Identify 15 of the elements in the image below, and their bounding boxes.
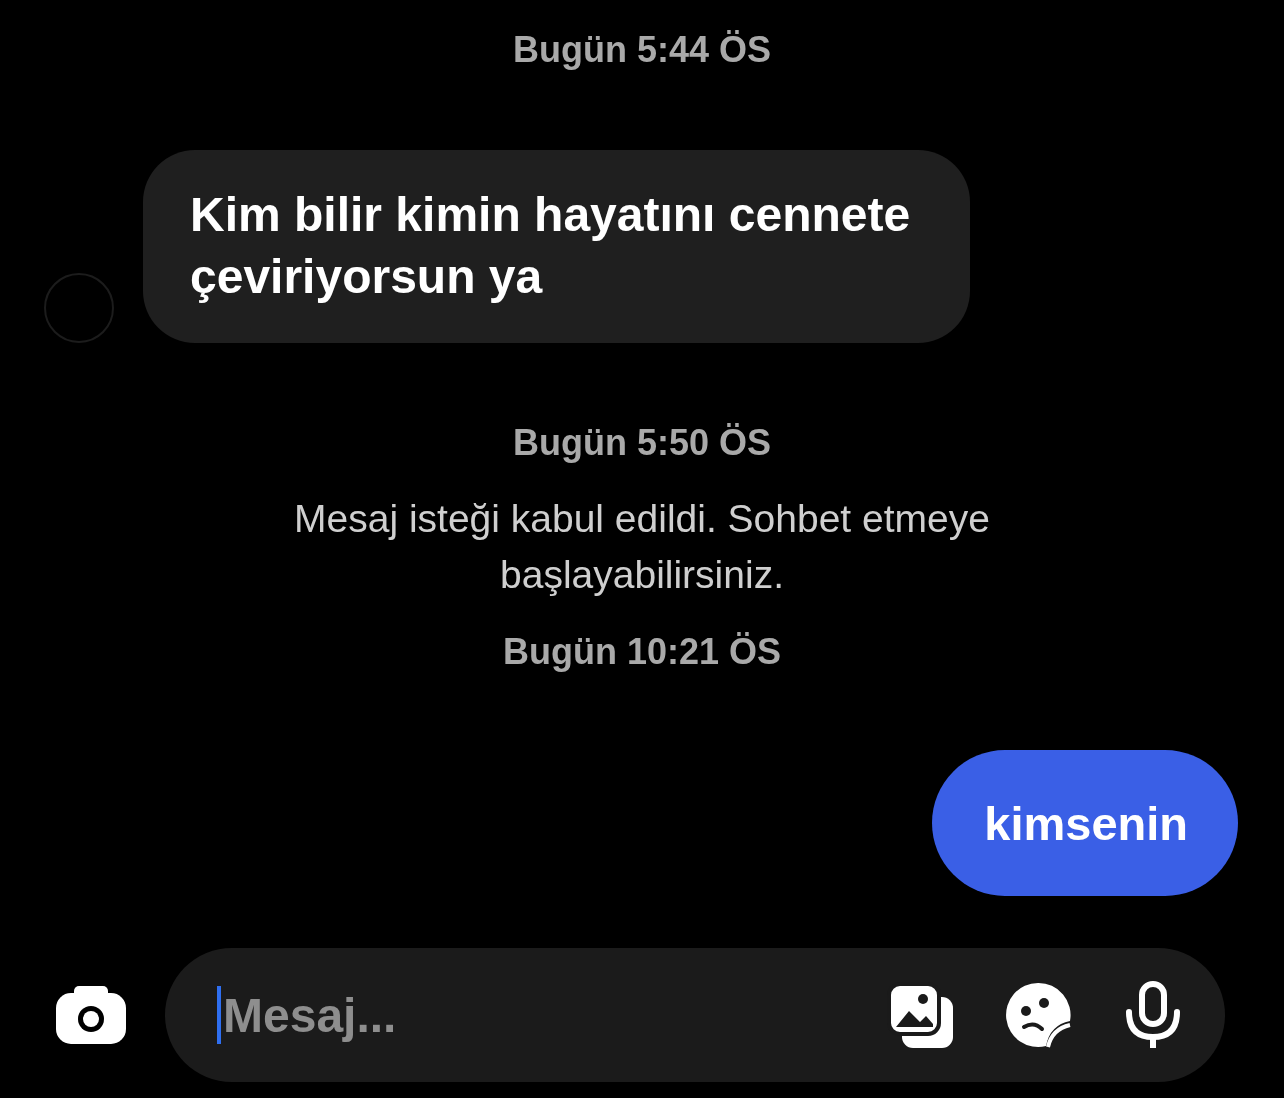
microphone-button[interactable]: [1123, 981, 1183, 1049]
sticker-icon: [1004, 981, 1072, 1049]
camera-icon: [56, 986, 126, 1044]
sticker-button[interactable]: [1004, 981, 1072, 1049]
incoming-message-bubble: Kim bilir kimin hayatını cennete çeviriyorsun ya: [143, 150, 970, 343]
timestamp: Bugün 10:21 ÖS: [502, 632, 782, 672]
microphone-icon: [1123, 981, 1183, 1049]
message-composer-field[interactable]: Mesaj...: [165, 948, 1225, 1082]
timestamp: Bugün 5:50 ÖS: [513, 423, 771, 463]
camera-button[interactable]: [56, 986, 126, 1044]
system-notice: Mesaj isteği kabul edildi. Sohbet etmeye başlayabilirsiniz.: [293, 496, 991, 598]
outgoing-message-bubble: kimsenin: [932, 750, 1238, 896]
avatar-placeholder: [44, 273, 114, 343]
timestamp: Bugün 5:44 ÖS: [513, 30, 771, 70]
message-input[interactable]: Mesaj...: [217, 986, 836, 1044]
